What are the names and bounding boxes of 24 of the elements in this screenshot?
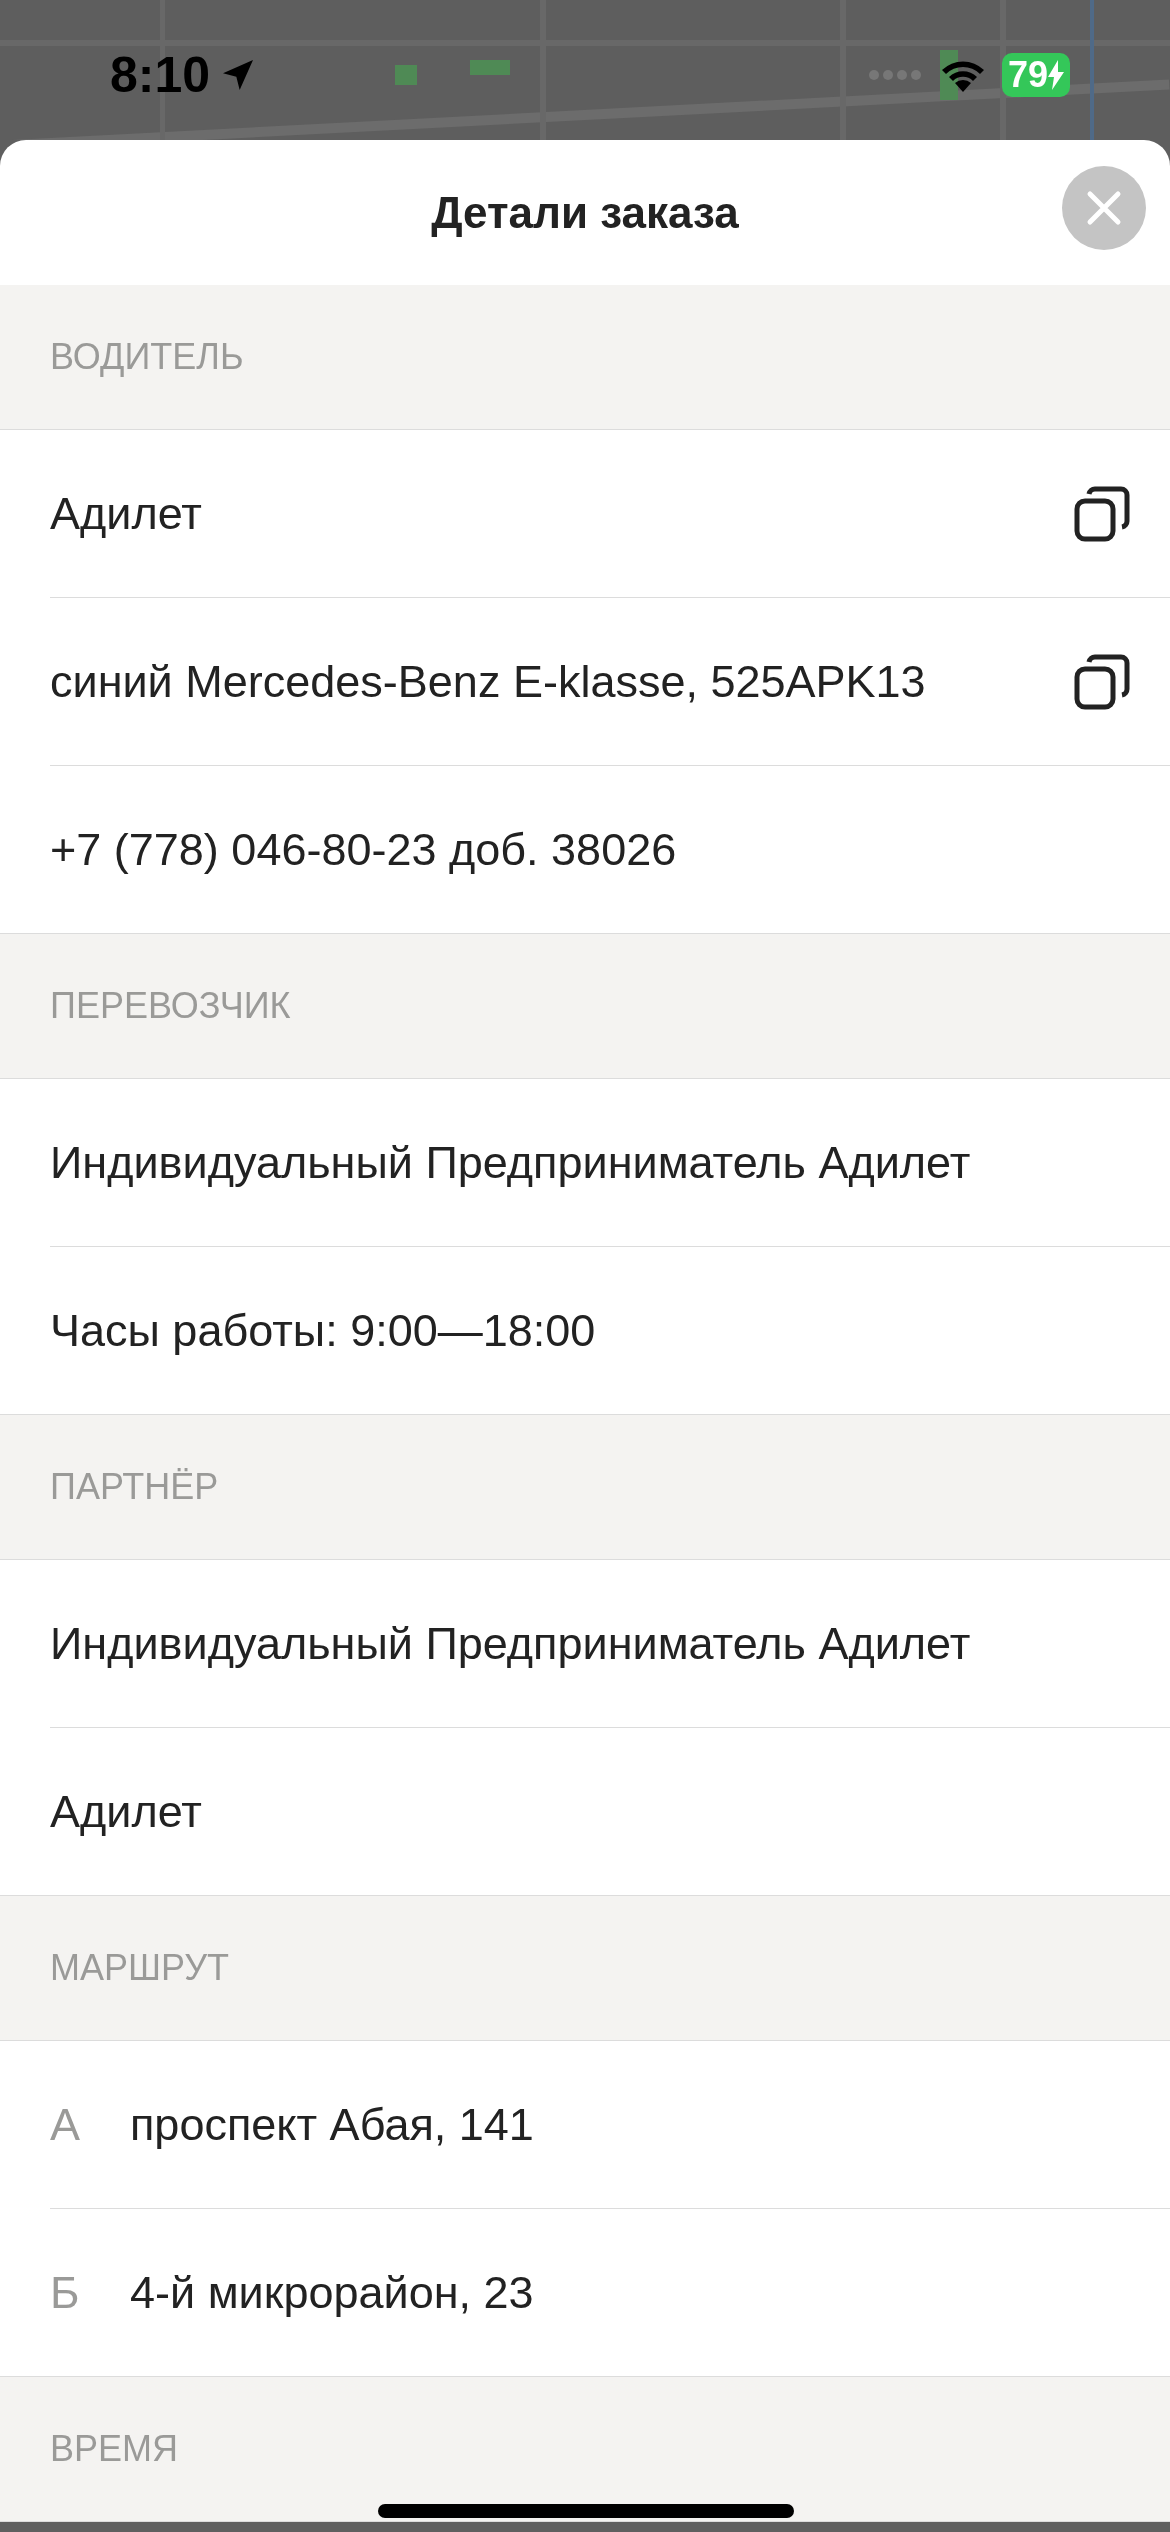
copy-icon[interactable] [1074, 653, 1130, 710]
route-address: 4-й микрорайон, 23 [130, 2265, 535, 2320]
section-header: МАРШРУТ [50, 1946, 230, 1990]
battery-indicator: 79 [1001, 53, 1070, 97]
section-header: ПАРТНЁР [50, 1465, 219, 1509]
detail-text: Индивидуальный Предприниматель Адилет [50, 1616, 972, 1671]
section-header: ВОДИТЕЛЬ [50, 335, 244, 379]
detail-text: +7 (778) 046-80-23 доб. 38026 [50, 822, 678, 877]
detail-text: Индивидуальный Предприниматель Адилет [50, 1135, 972, 1190]
section-header: ВРЕМЯ [50, 2427, 179, 2471]
charging-bolt-icon [1048, 60, 1064, 90]
sheet-title: Детали заказа [431, 186, 739, 239]
detail-text: Адилет [50, 1784, 203, 1839]
route-point-label: А [50, 2097, 81, 2152]
close-icon [1086, 190, 1122, 226]
detail-text: Адилет [50, 486, 203, 541]
section-header: ПЕРЕВОЗЧИК [50, 984, 291, 1028]
signal-dots-icon [867, 69, 924, 81]
route-point-label: Б [50, 2265, 81, 2320]
copy-icon[interactable] [1074, 485, 1130, 542]
detail-text: Часы работы: 9:00—18:00 [50, 1303, 597, 1358]
detail-text: синий Mercedes-Benz E-klasse, 525APK13 [50, 654, 927, 709]
route-address: проспект Абая, 141 [130, 2097, 535, 2152]
status-time: 8:10 [110, 50, 211, 100]
